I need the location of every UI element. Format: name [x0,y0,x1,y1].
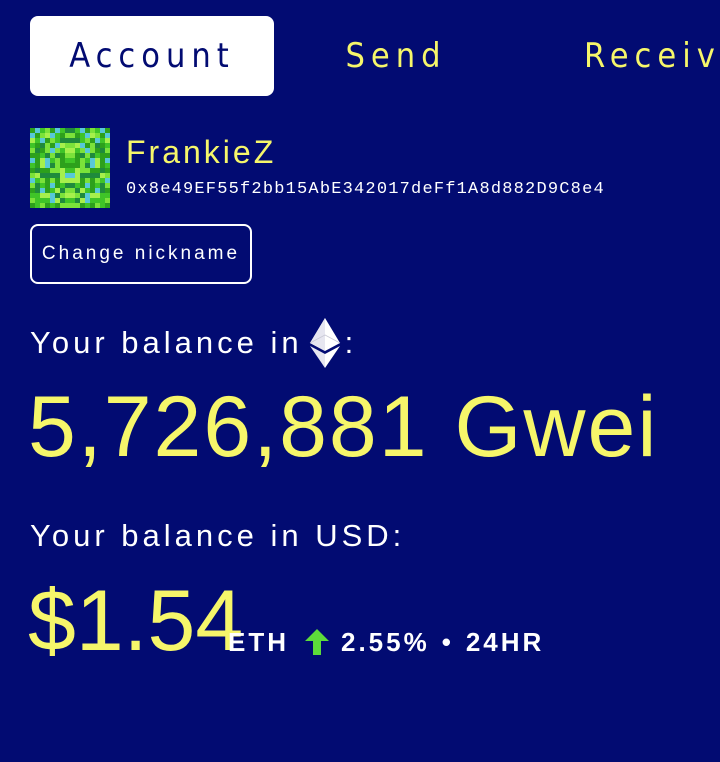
arrow-up-icon [305,629,329,655]
eth-balance-label: Your balance in : [30,318,357,368]
eth-balance-label-text: Your balance in [30,325,303,360]
usd-balance-label: Your balance in USD: [30,518,406,553]
eth-price-ticker: ETH 2.55% • 24HR [228,624,544,660]
eth-balance-label-colon: : [344,325,358,360]
gwei-balance: 5,726,881 Gwei [28,379,659,475]
change-nickname-button[interactable]: Change nickname [30,224,252,284]
nickname: FrankieZ [126,134,277,170]
usd-balance: $1.54 [28,573,244,669]
tab-bar: Account Send Receive [30,16,720,96]
wallet-page: Account Send Receive FrankieZ 0x8e49EF55… [0,0,720,762]
ethereum-icon [309,318,340,368]
tab-account[interactable]: Account [30,16,274,96]
ticker-separator: • [441,626,454,657]
ticker-change: 2.55% [341,626,430,657]
ticker-period: 24HR [465,626,545,657]
ticker-symbol: ETH [228,626,289,657]
identicon-image [30,128,110,208]
tab-receive[interactable]: Receive [518,16,720,96]
avatar [30,128,110,208]
tab-send[interactable]: Send [274,16,518,96]
wallet-address: 0x8e49EF55f2bb15AbE342017deFf1A8d882D9C8… [126,180,605,199]
